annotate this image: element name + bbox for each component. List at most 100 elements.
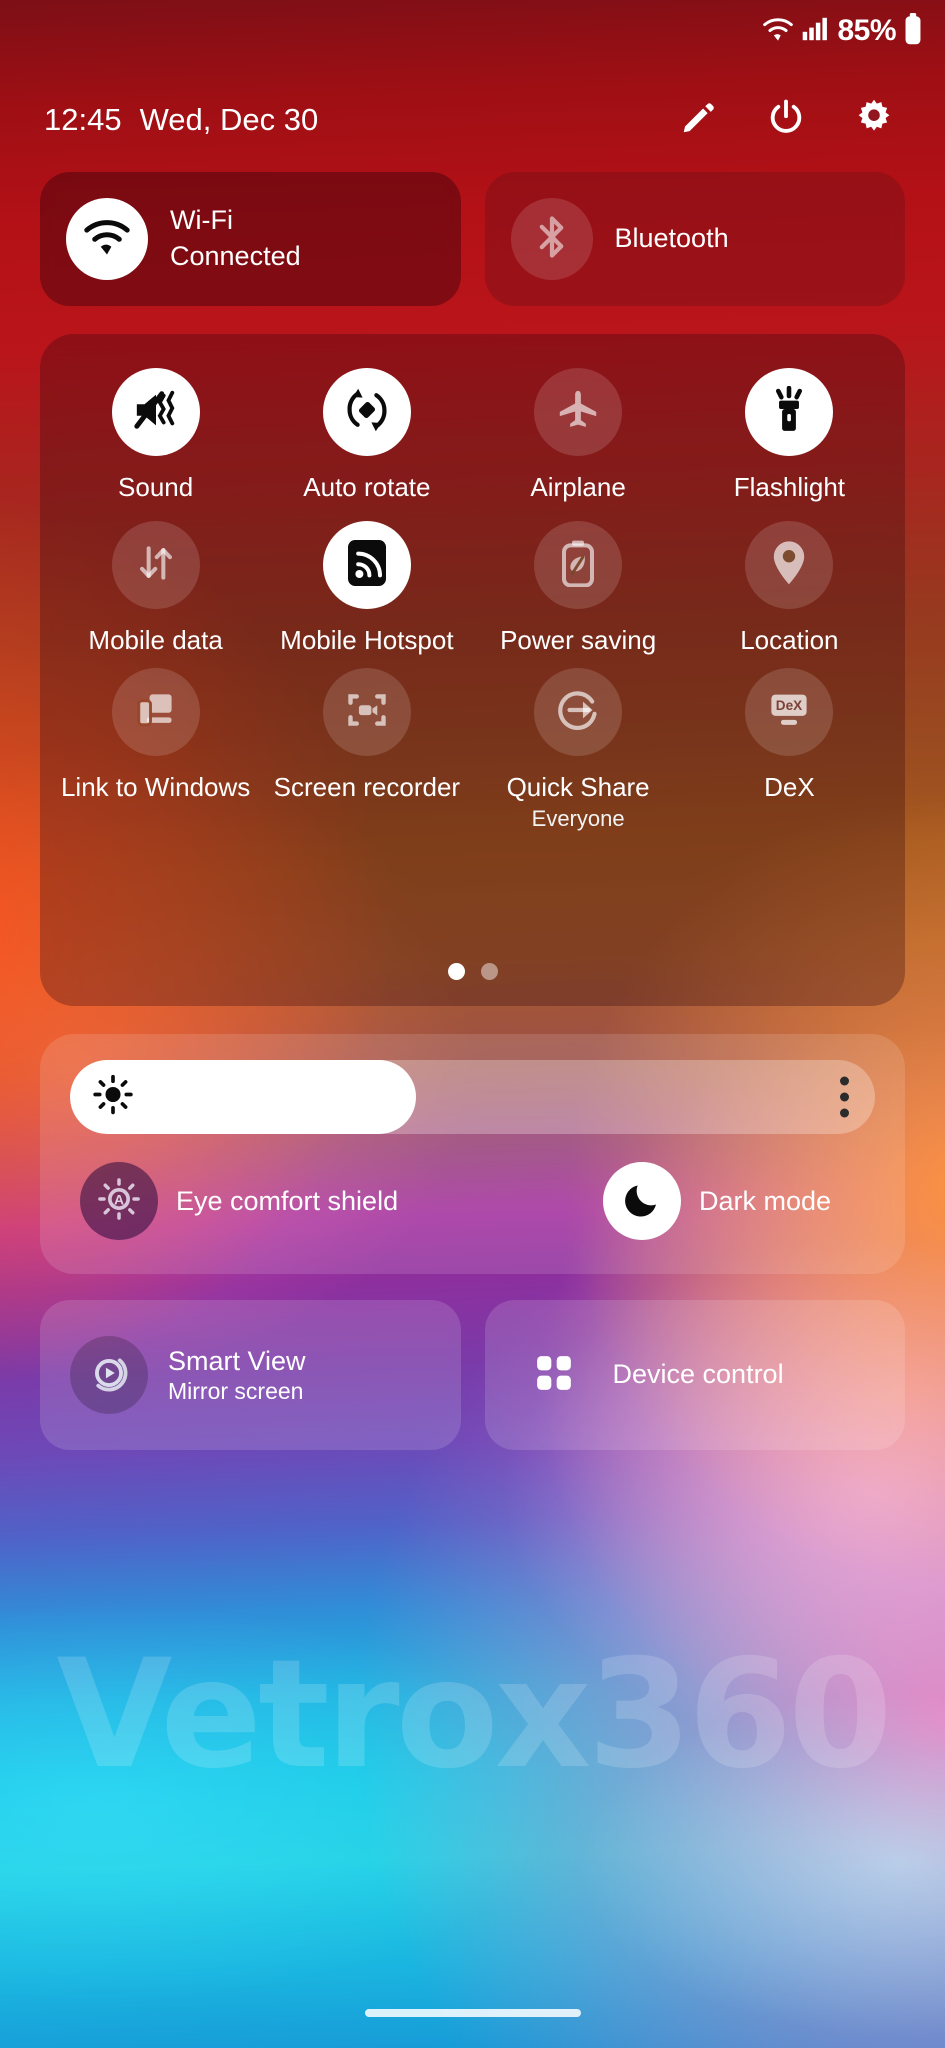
clock-time: 12:45 xyxy=(44,102,122,137)
flashlight-icon xyxy=(766,385,812,439)
tile-wifi[interactable]: Wi-Fi Connected xyxy=(40,172,461,306)
dark-mode-icon-circle xyxy=(602,1162,681,1240)
navigation-bar xyxy=(0,1978,945,2048)
bluetooth-icon xyxy=(532,213,572,266)
tile-airplane-label: Airplane xyxy=(530,472,626,502)
tile-flashlight-label: Flashlight xyxy=(733,472,846,502)
auto-rotate-icon-circle xyxy=(322,368,411,456)
clock-date: Wed, Dec 30 xyxy=(139,102,319,137)
svg-text:A: A xyxy=(114,1191,124,1207)
location-pin-icon xyxy=(769,539,809,592)
smart-view-text: Smart View Mirror screen xyxy=(168,1345,306,1406)
tile-mobile-hotspot-label: Mobile Hotspot xyxy=(280,625,454,656)
wifi-icon xyxy=(82,217,132,262)
dex-icon: DeX xyxy=(765,688,813,737)
smart-view-icon-circle xyxy=(70,1336,148,1414)
link-to-windows-icon xyxy=(134,688,178,737)
quick-settings-screen: 85% 12:45 Wed, Dec 30 Wi-Fi Connected Bl… xyxy=(0,0,945,2048)
mobile-data-icon-circle xyxy=(111,521,200,610)
toggle-dark-mode[interactable]: Dark mode xyxy=(602,1162,831,1240)
tile-location[interactable]: Location xyxy=(684,521,895,656)
dex-icon-circle: DeX xyxy=(745,668,834,757)
bluetooth-tile-icon-circle xyxy=(510,198,593,280)
data-arrows-icon xyxy=(134,541,178,590)
quick-share-icon xyxy=(555,687,601,738)
location-icon-circle xyxy=(745,521,834,610)
tile-dex-label: DeX xyxy=(764,772,815,803)
header-actions xyxy=(675,97,917,143)
quick-tile-row-2: Mobile data Mobile Hotspot Power saving … xyxy=(50,521,895,656)
link-to-windows-icon-circle xyxy=(111,668,200,757)
tile-auto-rotate-label: Auto rotate xyxy=(303,472,431,502)
airplane-icon-circle xyxy=(534,368,623,456)
tile-mobile-hotspot[interactable]: Mobile Hotspot xyxy=(261,521,472,656)
tile-mobile-data-label: Mobile data xyxy=(88,625,223,656)
tile-device-control[interactable]: Device control xyxy=(484,1300,905,1450)
bluetooth-tile-label: Bluetooth xyxy=(614,223,729,254)
screen-recorder-icon-circle xyxy=(322,668,411,757)
tile-quick-share-label: Quick Share xyxy=(506,772,650,803)
flashlight-icon-circle xyxy=(745,368,834,456)
tile-power-saving-label: Power saving xyxy=(500,625,657,656)
mobile-hotspot-icon-circle xyxy=(322,521,411,610)
overflow-dot xyxy=(840,1092,849,1102)
tile-screen-recorder[interactable]: Screen recorder xyxy=(261,668,472,831)
auto-rotate-icon xyxy=(343,386,391,439)
device-control-grid-icon xyxy=(531,1350,577,1401)
airplane-icon xyxy=(555,387,601,438)
page-indicator xyxy=(40,963,905,980)
home-gesture-pill[interactable] xyxy=(364,2009,581,2017)
clock-block: 12:45 Wed, Dec 30 xyxy=(44,102,318,138)
tile-mobile-data[interactable]: Mobile data xyxy=(50,521,261,656)
tile-airplane[interactable]: Airplane xyxy=(473,368,684,503)
smart-view-sublabel: Mirror screen xyxy=(168,1378,304,1405)
display-modes-row: A Eye comfort shield Dark mode xyxy=(70,1162,875,1240)
page-dot-2[interactable] xyxy=(480,963,498,980)
quick-tile-row-3: Link to Windows Screen recorder Quick Sh… xyxy=(50,668,895,831)
brightness-options-button[interactable] xyxy=(840,1076,849,1118)
device-control-text: Device control xyxy=(613,1358,784,1392)
eye-comfort-label: Eye comfort shield xyxy=(176,1185,399,1216)
tile-dex[interactable]: DeX DeX xyxy=(684,668,895,831)
bluetooth-tile-text: Bluetooth xyxy=(615,221,729,257)
tile-sound[interactable]: Sound xyxy=(50,368,261,503)
page-dot-1[interactable] xyxy=(447,963,465,980)
tile-sound-label: Sound xyxy=(118,472,194,502)
screen-recorder-icon xyxy=(345,688,389,737)
moon-icon xyxy=(622,1179,662,1224)
bottom-tiles-row: Smart View Mirror screen Device control xyxy=(40,1300,905,1450)
status-bar: 85% xyxy=(0,0,945,62)
overflow-dot xyxy=(840,1108,849,1118)
device-control-icon-circle xyxy=(515,1336,593,1414)
power-button[interactable] xyxy=(763,97,809,143)
tile-bluetooth[interactable]: Bluetooth xyxy=(484,172,905,306)
brightness-slider[interactable] xyxy=(70,1060,875,1134)
tile-quick-share[interactable]: Quick Share Everyone xyxy=(473,668,684,831)
edit-button[interactable] xyxy=(675,97,721,143)
panel-header: 12:45 Wed, Dec 30 xyxy=(0,85,945,155)
tile-power-saving[interactable]: Power saving xyxy=(473,521,684,656)
tile-screen-recorder-label: Screen recorder xyxy=(273,772,461,803)
dark-mode-label: Dark mode xyxy=(698,1185,831,1216)
hotspot-icon xyxy=(345,538,389,593)
tile-smart-view[interactable]: Smart View Mirror screen xyxy=(40,1300,461,1450)
wifi-tile-icon-circle xyxy=(66,198,148,280)
brightness-sun-icon xyxy=(92,1074,134,1121)
battery-icon xyxy=(903,12,923,50)
device-control-label: Device control xyxy=(612,1359,784,1390)
tile-auto-rotate[interactable]: Auto rotate xyxy=(261,368,472,503)
sound-icon-circle xyxy=(111,368,200,456)
settings-button[interactable] xyxy=(851,97,897,143)
tile-link-to-windows[interactable]: Link to Windows xyxy=(50,668,261,831)
toggle-eye-comfort-shield[interactable]: A Eye comfort shield xyxy=(80,1162,398,1240)
eye-comfort-icon-circle: A xyxy=(80,1162,158,1240)
top-tiles-row: Wi-Fi Connected Bluetooth xyxy=(40,172,905,306)
quick-share-icon-circle xyxy=(534,668,623,757)
smart-view-icon xyxy=(86,1350,132,1401)
quick-tile-row-1: Sound Auto rotate Airplane Flashlight xyxy=(50,368,895,503)
brightness-panel: A Eye comfort shield Dark mode xyxy=(40,1034,905,1274)
tile-flashlight[interactable]: Flashlight xyxy=(684,368,895,503)
wifi-tile-text: Wi-Fi Connected xyxy=(170,203,301,274)
overflow-dot xyxy=(840,1076,849,1086)
tile-location-label: Location xyxy=(740,625,839,656)
